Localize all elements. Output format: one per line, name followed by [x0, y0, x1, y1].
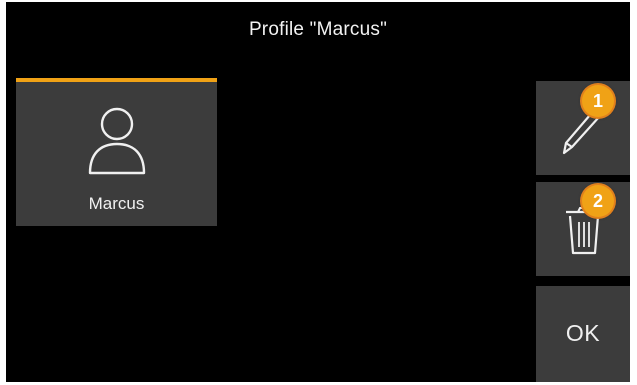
- selected-accent-bar: [16, 78, 217, 82]
- callout-marker-1: 1: [582, 85, 614, 117]
- ok-label: OK: [565, 320, 601, 346]
- ok-button[interactable]: OK: [536, 286, 630, 382]
- page-title: Profile "Marcus": [248, 19, 388, 40]
- profile-name: Marcus: [88, 194, 145, 213]
- user-icon: [88, 107, 146, 175]
- profile-card-marcus[interactable]: Marcus: [16, 78, 217, 226]
- profile-screen: Profile "Marcus" Marcus OK: [6, 2, 630, 382]
- callout-marker-2: 2: [582, 185, 614, 217]
